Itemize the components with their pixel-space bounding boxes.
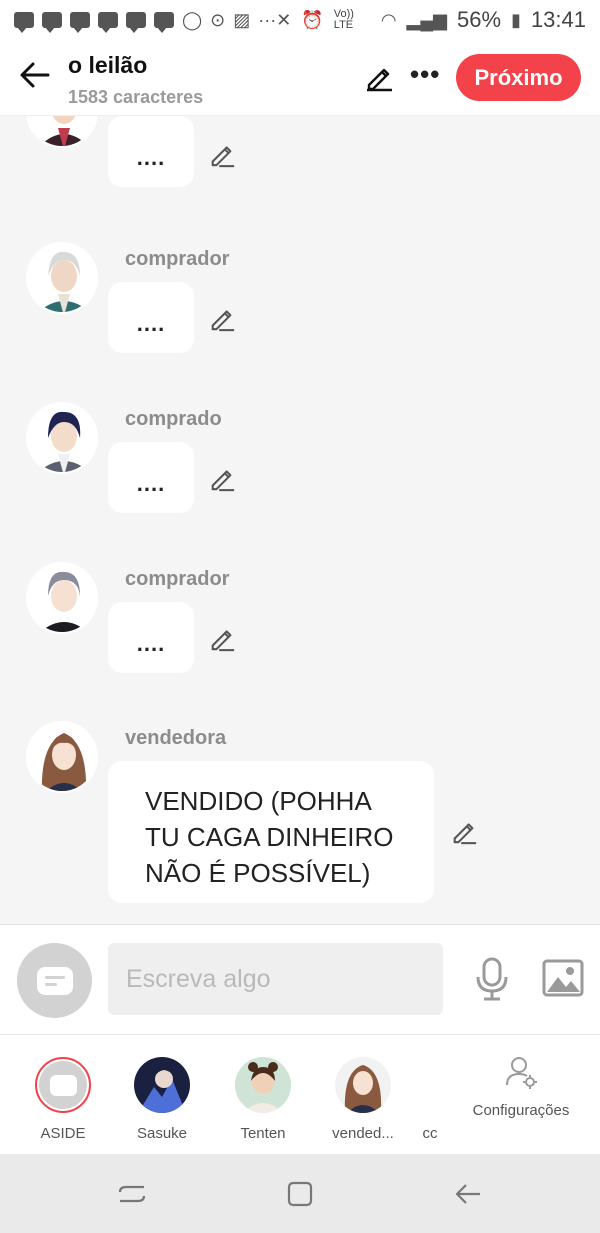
avatar[interactable] <box>26 721 98 793</box>
message-notification-icon <box>126 12 146 33</box>
narrator-toggle-button[interactable] <box>17 943 92 1018</box>
mute-icon: ✕ <box>276 9 292 30</box>
message-notification-icon <box>42 12 62 33</box>
message-bubble[interactable]: VENDIDO (POHHA TU CAGA DINHEIRO NÃO É PO… <box>108 761 434 903</box>
character-name: comprador <box>125 248 230 270</box>
next-button[interactable]: Próximo <box>456 54 581 101</box>
avatar <box>235 1057 291 1113</box>
message-composer <box>0 924 600 1034</box>
avatar-image <box>28 723 96 791</box>
home-icon[interactable] <box>284 1178 316 1210</box>
battery-icon: ▮ <box>511 9 521 30</box>
battery-percent: 56% <box>456 7 502 32</box>
avatar <box>335 1057 391 1113</box>
message-input[interactable] <box>108 943 443 1015</box>
whatsapp-icon: ◯ <box>182 9 203 30</box>
character-label: Sasuke <box>136 1125 188 1142</box>
user-settings-icon <box>506 1057 537 1089</box>
aside-avatar <box>35 1057 91 1113</box>
avatar[interactable] <box>26 562 98 634</box>
chat-area[interactable]: .... comprador .... comprado .... compra… <box>0 116 600 924</box>
signal-icon: ▂▄▆ <box>406 9 447 30</box>
narrator-icon <box>50 1075 77 1096</box>
back-arrow-icon[interactable] <box>18 58 52 92</box>
character-name: vendedora <box>125 727 227 749</box>
edit-message-icon[interactable] <box>208 624 236 652</box>
message-bubble[interactable]: .... <box>108 602 194 673</box>
edit-title-icon[interactable] <box>364 62 394 92</box>
character-partial[interactable]: cc <box>395 1035 441 1155</box>
character-count: 1583 caracteres <box>68 87 204 107</box>
character-label: cc <box>422 1125 438 1142</box>
edit-message-icon[interactable] <box>208 140 236 168</box>
avatar[interactable] <box>26 116 98 148</box>
character-selector: ASIDE Sasuke Tenten vended... cc Configu… <box>0 1034 600 1154</box>
settings-button[interactable]: Configurações <box>462 1055 580 1119</box>
avatar-image <box>134 1057 190 1113</box>
message-bubble[interactable]: .... <box>108 282 194 353</box>
character-tenten[interactable]: Tenten <box>218 1035 308 1155</box>
clock: 13:41 <box>530 7 586 32</box>
alarm-icon: ⏰ <box>301 9 324 30</box>
message-bubble[interactable]: .... <box>108 442 194 513</box>
back-nav-icon[interactable] <box>452 1178 484 1210</box>
avatar-image <box>335 1057 391 1113</box>
character-name: comprado <box>125 408 222 430</box>
edit-message-icon[interactable] <box>208 304 236 332</box>
avatar-image <box>28 244 96 312</box>
message-notification-icon <box>14 12 34 33</box>
wifi-icon: ◠ <box>380 9 397 30</box>
more-notifications-icon: ··· <box>258 9 277 30</box>
character-label: ASIDE <box>40 1125 86 1142</box>
notification-icons: ◯ ⊙ ▨ ··· <box>14 9 277 33</box>
avatar[interactable] <box>26 402 98 474</box>
narrator-icon <box>37 967 73 995</box>
microphone-icon[interactable] <box>474 957 510 1001</box>
avatar-image <box>28 116 96 146</box>
image-icon[interactable] <box>542 959 584 997</box>
pinterest-icon: ⊙ <box>210 9 226 30</box>
character-name: comprador <box>125 568 230 590</box>
avatar-image <box>28 404 96 472</box>
avatar <box>134 1057 190 1113</box>
character-label: Tenten <box>240 1125 286 1142</box>
message-bubble[interactable]: .... <box>108 116 194 187</box>
avatar-image <box>28 564 96 632</box>
system-navigation-bar <box>0 1154 600 1233</box>
recent-apps-icon[interactable] <box>116 1178 148 1210</box>
story-title: o leilão <box>68 52 148 78</box>
avatar[interactable] <box>26 242 98 314</box>
system-icons: ✕ ⏰ Vo)) LTE ◠ ▂▄▆ 56% ▮ 13:41 <box>276 7 586 33</box>
message-notification-icon <box>70 12 90 33</box>
volte-label: Vo)) LTE <box>333 8 354 31</box>
message-notification-icon <box>98 12 118 33</box>
character-aside[interactable]: ASIDE <box>18 1035 108 1155</box>
story-header: o leilão 1583 caracteres ••• Próximo <box>0 40 600 116</box>
message-notification-icon <box>154 12 174 33</box>
avatar-image <box>235 1057 291 1113</box>
settings-label: Configurações <box>472 1102 570 1119</box>
edit-message-icon[interactable] <box>208 464 236 492</box>
character-sasuke[interactable]: Sasuke <box>117 1035 207 1155</box>
status-bar: ◯ ⊙ ▨ ··· ✕ ⏰ Vo)) LTE ◠ ▂▄▆ 56% ▮ 13:41 <box>0 0 600 40</box>
gallery-icon: ▨ <box>233 9 251 30</box>
edit-message-icon[interactable] <box>450 817 478 845</box>
more-options-icon[interactable]: ••• <box>410 61 440 87</box>
